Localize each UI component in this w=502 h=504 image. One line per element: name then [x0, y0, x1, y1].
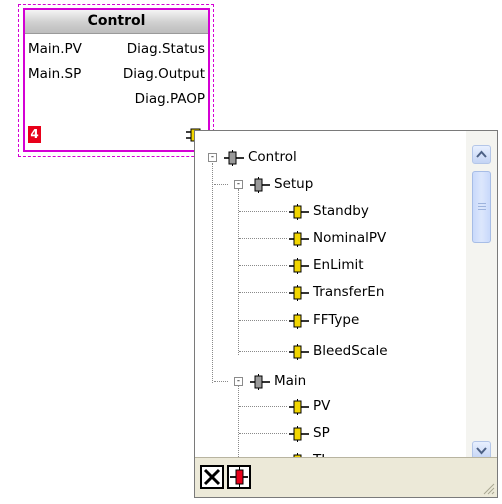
tree-label-enlimit: EnLimit [313, 257, 364, 273]
tree-label-bleedscale: BleedScale [313, 343, 388, 359]
connector-yellow-icon [288, 398, 310, 415]
tree-leaf-pv[interactable]: PV [288, 393, 330, 419]
resize-grip-icon[interactable] [481, 481, 495, 495]
connector-yellow-icon [288, 230, 310, 247]
connector-yellow-icon [288, 257, 310, 274]
tree-label-transferen: TransferEn [313, 284, 385, 300]
connector-yellow-icon [288, 284, 310, 301]
parameter-browser-popup: - Control - Setup Standby NominalPV EnLi… [194, 130, 498, 498]
tree-label-control: Control [248, 149, 297, 165]
input-pin-main-pv[interactable]: Main.PV [28, 41, 82, 57]
tree-toggle-setup[interactable]: - [234, 180, 243, 189]
tree-label-fftype: FFType [313, 312, 360, 328]
connector-gray-icon [249, 373, 271, 390]
connector-yellow-icon [288, 425, 310, 442]
tree-label-standby: Standby [313, 203, 369, 219]
tree-toggle-control[interactable]: - [208, 153, 217, 162]
tree-label-main: Main [274, 373, 307, 389]
tree-leaf-nominalpv[interactable]: NominalPV [288, 225, 386, 251]
output-pin-diag-status[interactable]: Diag.Status [127, 41, 205, 57]
tree-node-setup[interactable]: Setup [249, 171, 313, 197]
close-button[interactable] [200, 465, 224, 489]
close-x-icon [203, 468, 221, 486]
connector-yellow-icon [288, 203, 310, 220]
input-pin-main-sp[interactable]: Main.SP [28, 66, 81, 82]
vertical-scrollbar[interactable] [466, 131, 497, 460]
tree-label-setup: Setup [274, 176, 314, 192]
connector-yellow-icon [288, 343, 310, 360]
tree-toggle-main[interactable]: - [234, 377, 243, 386]
function-block-control[interactable]: Control Main.PV Main.SP Diag.Status Diag… [23, 8, 210, 152]
parameter-tree: - Control - Setup Standby NominalPV EnLi… [195, 131, 466, 457]
tree-node-main[interactable]: Main [249, 368, 306, 394]
connector-yellow-icon [288, 312, 310, 329]
popup-toolbar [195, 457, 497, 497]
connector-red-icon [230, 467, 248, 487]
tree-node-control[interactable]: Control [223, 144, 297, 170]
tree-label-nominalpv: NominalPV [313, 230, 387, 246]
block-badge: 4 [28, 126, 41, 143]
connector-gray-icon [223, 149, 245, 166]
tree-leaf-bleedscale[interactable]: BleedScale [288, 338, 388, 364]
tree-leaf-ti[interactable]: TI [288, 447, 325, 457]
scroll-up-button[interactable] [472, 145, 491, 164]
scroll-thumb[interactable] [472, 171, 491, 243]
disconnect-button[interactable] [227, 465, 251, 489]
block-title: Control [25, 10, 208, 34]
output-pin-diag-output[interactable]: Diag.Output [123, 66, 205, 82]
tree-label-sp: SP [313, 425, 330, 441]
tree-leaf-fftype[interactable]: FFType [288, 307, 359, 333]
tree-leaf-transferen[interactable]: TransferEn [288, 279, 384, 305]
tree-leaf-sp[interactable]: SP [288, 420, 330, 446]
connector-gray-icon [249, 176, 271, 193]
output-pin-diag-paop[interactable]: Diag.PAOP [135, 91, 205, 107]
chevron-up-icon [476, 150, 487, 158]
tree-label-pv: PV [313, 398, 331, 414]
tree-leaf-standby[interactable]: Standby [288, 198, 369, 224]
tree-leaf-enlimit[interactable]: EnLimit [288, 252, 364, 278]
